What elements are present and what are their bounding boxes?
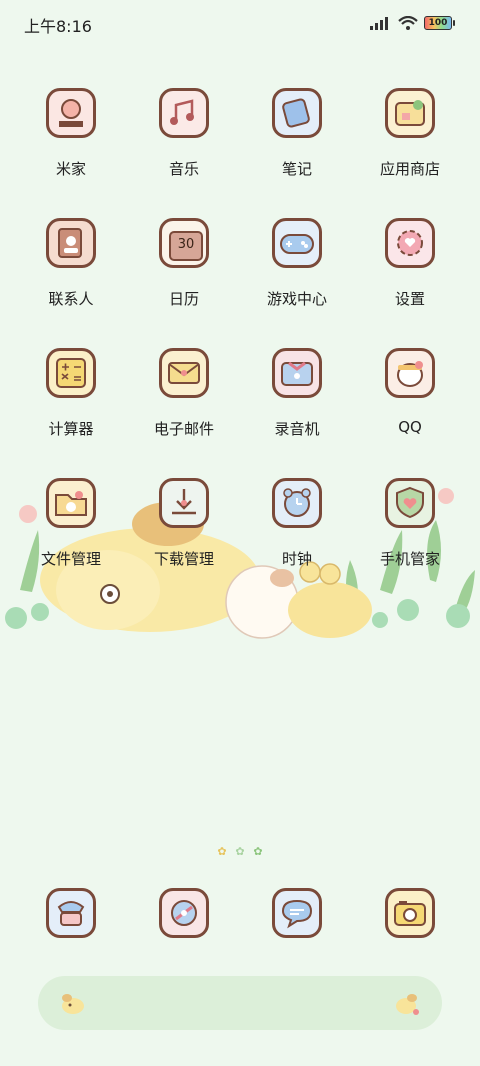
- app-game-center[interactable]: 游戏中心: [242, 218, 352, 328]
- app-label: 游戏中心: [266, 290, 327, 308]
- puppy-icon: [62, 994, 84, 1014]
- gear-icon: [385, 218, 435, 268]
- mijia-icon: [46, 88, 96, 138]
- app-label: 录音机: [274, 420, 320, 438]
- app-contacts[interactable]: 联系人: [16, 218, 126, 328]
- wifi-icon: [398, 16, 418, 30]
- app-phone-manager[interactable]: 手机管家: [355, 478, 465, 588]
- app-clock[interactable]: 时钟: [242, 478, 352, 588]
- contacts-icon: [46, 218, 96, 268]
- folder-icon: [46, 478, 96, 528]
- app-label: 米家: [55, 160, 86, 178]
- notes-icon: [272, 88, 322, 138]
- messages-icon: [272, 888, 322, 938]
- app-label: 笔记: [281, 160, 312, 178]
- app-label: 手机管家: [379, 550, 440, 568]
- search-bar[interactable]: [38, 976, 442, 1030]
- app-label: 联系人: [48, 290, 94, 308]
- app-label: 计算器: [48, 420, 94, 438]
- dock: [0, 888, 480, 948]
- app-label: 日历: [168, 290, 199, 308]
- browser-icon: [159, 888, 209, 938]
- calendar-icon: 30: [159, 218, 209, 268]
- app-recorder[interactable]: 录音机: [242, 348, 352, 458]
- app-store[interactable]: 应用商店: [355, 88, 465, 198]
- app-music[interactable]: 音乐: [129, 88, 239, 198]
- app-notes[interactable]: 笔记: [242, 88, 352, 198]
- security-shield-icon: [385, 478, 435, 528]
- page-dot-active[interactable]: ✿: [216, 846, 228, 858]
- app-label: 设置: [394, 290, 425, 308]
- camera-icon: [385, 888, 435, 938]
- signal-icon: [370, 17, 388, 30]
- page-dot[interactable]: ✿: [252, 846, 264, 858]
- app-mijia[interactable]: 米家: [16, 88, 126, 198]
- battery-level: 100: [428, 18, 448, 28]
- calendar-day: 30: [169, 231, 203, 261]
- app-qq[interactable]: QQ: [355, 348, 465, 458]
- game-center-icon: [272, 218, 322, 268]
- app-label: 下载管理: [153, 550, 214, 568]
- clock-icon: [272, 478, 322, 528]
- qq-icon: [385, 348, 435, 398]
- status-icons: 100: [370, 13, 455, 33]
- app-label: 应用商店: [379, 160, 440, 178]
- battery-icon: 100: [424, 16, 455, 30]
- app-file-manager[interactable]: 文件管理: [16, 478, 126, 588]
- app-label: 时钟: [281, 550, 312, 568]
- app-settings[interactable]: 设置: [355, 218, 465, 328]
- app-label: 电子邮件: [153, 420, 214, 438]
- page-dot[interactable]: ✿: [234, 846, 246, 858]
- email-icon: [159, 348, 209, 398]
- puppy-icon: [396, 994, 419, 1015]
- calculator-icon: [46, 348, 96, 398]
- app-label: 音乐: [168, 160, 199, 178]
- status-time: 上午8:16: [24, 17, 92, 36]
- app-email[interactable]: 电子邮件: [129, 348, 239, 458]
- page-indicator[interactable]: ✿ ✿ ✿: [0, 846, 480, 858]
- download-icon: [159, 478, 209, 528]
- recorder-icon: [272, 348, 322, 398]
- app-calculator[interactable]: 计算器: [16, 348, 126, 458]
- app-download-manager[interactable]: 下载管理: [129, 478, 239, 588]
- app-store-icon: [385, 88, 435, 138]
- app-calendar[interactable]: 30 日历: [129, 218, 239, 328]
- app-label: QQ: [398, 418, 422, 436]
- music-icon: [159, 88, 209, 138]
- status-bar: 上午8:16 100: [0, 0, 480, 46]
- app-label: 文件管理: [40, 550, 101, 568]
- phone-icon: [46, 888, 96, 938]
